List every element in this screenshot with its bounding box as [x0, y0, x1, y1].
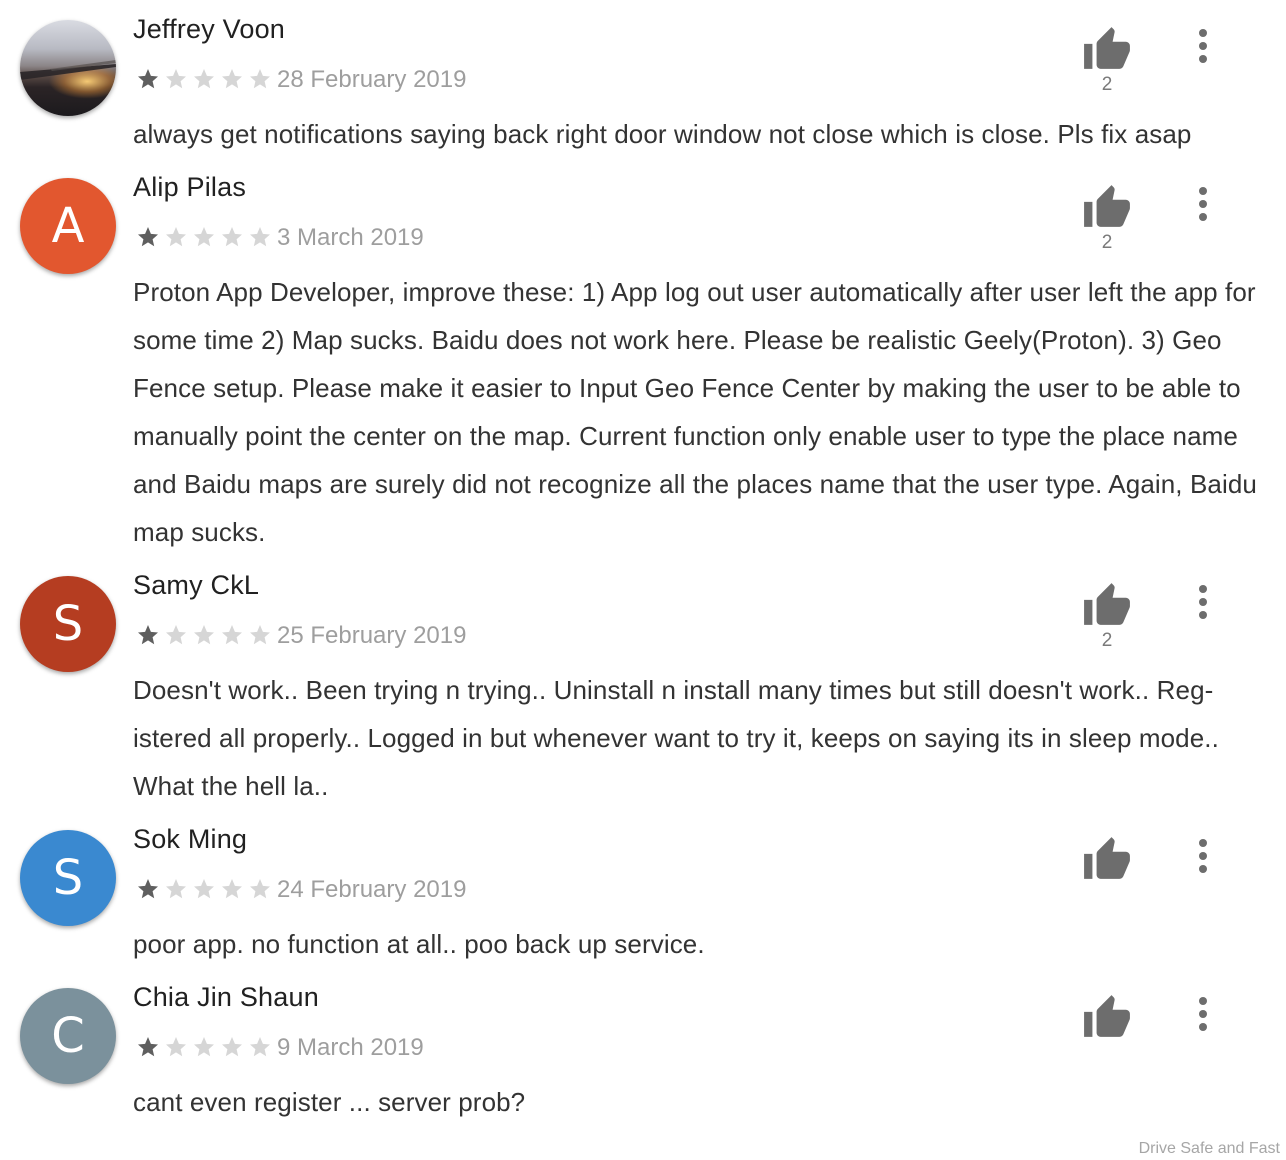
reviewer-name: Chia Jin Shaun: [133, 982, 319, 1012]
star-icon: [250, 1037, 270, 1057]
review-date: 9 March 2019: [277, 1034, 424, 1061]
star-icon: [166, 625, 186, 645]
avatar-letter: A: [51, 198, 85, 254]
thumbs-up-icon[interactable]: [1082, 25, 1132, 71]
star-rating: [136, 67, 276, 91]
more-vertical-icon[interactable]: [1190, 28, 1216, 64]
star-icon: [250, 227, 270, 247]
star-icon: [222, 879, 242, 899]
star-icon: [138, 1037, 158, 1057]
airplane-wing-photo: [20, 60, 116, 80]
review-text: cant even register ... server prob?: [133, 1087, 526, 1117]
star-rating: [136, 225, 276, 249]
reviewer-name: Sok Ming: [133, 824, 248, 854]
watermark: Drive Safe and Fast: [1138, 1140, 1280, 1157]
star-rating: [136, 1035, 276, 1059]
reviewer-name: Samy CkL: [133, 570, 260, 600]
avatar[interactable]: S: [20, 830, 116, 926]
review-date: 24 February 2019: [277, 876, 467, 903]
review-date: 3 March 2019: [277, 224, 424, 251]
avatar[interactable]: C: [20, 988, 116, 1084]
star-icon: [138, 879, 158, 899]
star-icon: [166, 879, 186, 899]
star-icon: [250, 69, 270, 89]
star-icon: [222, 227, 242, 247]
star-icon: [166, 69, 186, 89]
reviewer-name: Jeffrey Voon: [133, 14, 286, 44]
helpful-count: 2: [1101, 232, 1113, 253]
more-vertical-icon[interactable]: [1190, 996, 1216, 1032]
helpful-count: 2: [1101, 630, 1113, 651]
star-icon: [250, 625, 270, 645]
review-text: Proton App Developer, improve these: 1) …: [133, 277, 1257, 547]
more-vertical-icon[interactable]: [1190, 186, 1216, 222]
helpful-count: 2: [1101, 74, 1113, 95]
star-icon: [138, 69, 158, 89]
star-icon: [222, 1037, 242, 1057]
thumbs-up-icon[interactable]: [1082, 835, 1132, 881]
avatar[interactable]: [20, 20, 116, 116]
star-icon: [138, 625, 158, 645]
star-rating: [136, 877, 276, 901]
star-icon: [222, 69, 242, 89]
star-icon: [194, 227, 214, 247]
avatar[interactable]: A: [20, 178, 116, 274]
star-icon: [194, 69, 214, 89]
thumbs-up-icon[interactable]: [1082, 993, 1132, 1039]
star-icon: [222, 625, 242, 645]
avatar-letter: S: [52, 596, 84, 652]
star-icon: [138, 227, 158, 247]
more-vertical-icon[interactable]: [1190, 838, 1216, 874]
review-text: always get notifications saying back rig…: [133, 119, 1192, 149]
star-icon: [250, 879, 270, 899]
more-vertical-icon[interactable]: [1190, 584, 1216, 620]
star-icon: [194, 879, 214, 899]
review-date: 25 February 2019: [277, 622, 467, 649]
avatar-letter: C: [51, 1008, 85, 1064]
reviewer-name: Alip Pilas: [133, 172, 247, 202]
review-date: 28 February 2019: [277, 66, 467, 93]
star-icon: [166, 227, 186, 247]
star-icon: [194, 625, 214, 645]
star-icon: [194, 1037, 214, 1057]
review-text: poor app. no function at all.. poo back …: [133, 929, 705, 959]
thumbs-up-icon[interactable]: [1082, 581, 1132, 627]
thumbs-up-icon[interactable]: [1082, 183, 1132, 229]
star-icon: [166, 1037, 186, 1057]
avatar-letter: S: [52, 850, 84, 906]
avatar[interactable]: S: [20, 576, 116, 672]
star-rating: [136, 623, 276, 647]
review-text: Doesn't work.. Been trying n trying.. Un…: [133, 675, 1219, 801]
